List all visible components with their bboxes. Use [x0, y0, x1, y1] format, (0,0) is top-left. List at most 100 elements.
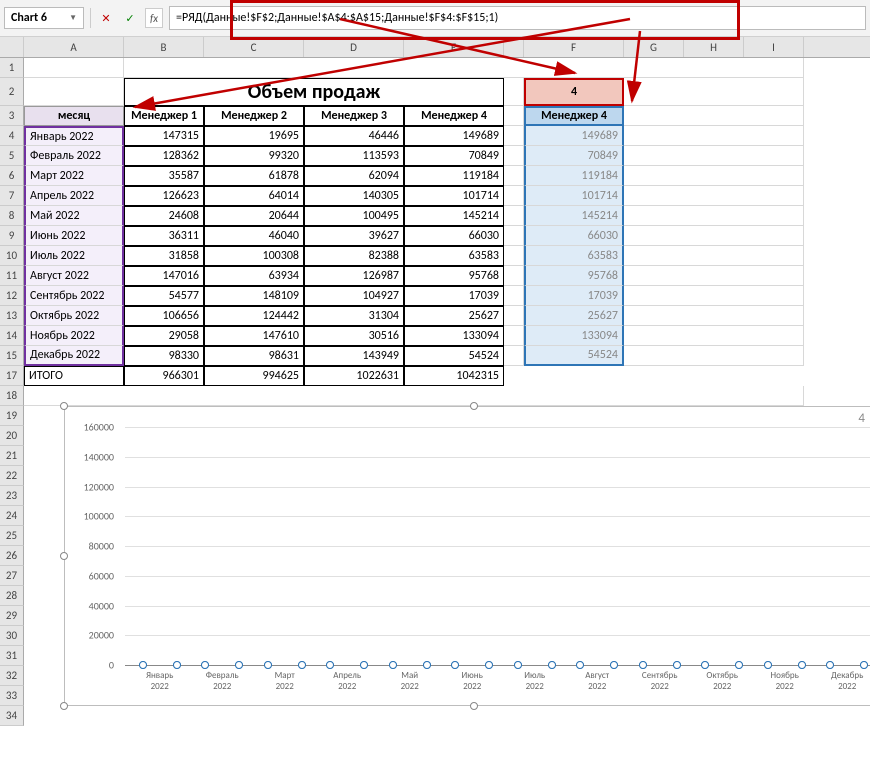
- cell[interactable]: [124, 58, 804, 78]
- month-cell[interactable]: Декабрь 2022: [24, 346, 124, 366]
- cell[interactable]: [24, 78, 124, 106]
- data-cell[interactable]: 39627: [304, 226, 404, 246]
- chevron-down-icon[interactable]: ▼: [69, 13, 77, 23]
- chart-x-axis[interactable]: Январь2022Февраль2022Март2022Апрель2022М…: [125, 667, 870, 705]
- cell[interactable]: [504, 126, 524, 146]
- row-header[interactable]: 25: [0, 526, 24, 546]
- col-header[interactable]: I: [744, 37, 804, 57]
- col-header[interactable]: B: [124, 37, 204, 57]
- data-cell[interactable]: 46040: [204, 226, 304, 246]
- month-cell[interactable]: Май 2022: [24, 206, 124, 226]
- cell[interactable]: [624, 78, 804, 106]
- row-header[interactable]: 11: [0, 266, 24, 286]
- col-header[interactable]: F: [524, 37, 624, 57]
- dynamic-data-cell[interactable]: 145214: [524, 206, 624, 226]
- row-header[interactable]: 12: [0, 286, 24, 306]
- month-column-header[interactable]: месяц: [24, 106, 124, 126]
- row-header[interactable]: 32: [0, 666, 24, 686]
- table-title[interactable]: Объем продаж: [124, 78, 504, 106]
- cell[interactable]: [624, 226, 804, 246]
- data-cell[interactable]: 63934: [204, 266, 304, 286]
- data-cell[interactable]: 113593: [304, 146, 404, 166]
- month-cell[interactable]: Март 2022: [24, 166, 124, 186]
- manager2-header[interactable]: Менеджер 2: [204, 106, 304, 126]
- cell[interactable]: [504, 166, 524, 186]
- data-cell[interactable]: 147610: [204, 326, 304, 346]
- month-cell[interactable]: Октябрь 2022: [24, 306, 124, 326]
- cell[interactable]: [504, 206, 524, 226]
- data-cell[interactable]: 95768: [404, 266, 504, 286]
- row-header[interactable]: 24: [0, 506, 24, 526]
- data-cell[interactable]: 148109: [204, 286, 304, 306]
- cell[interactable]: [24, 58, 124, 78]
- total-m4[interactable]: 1042315: [404, 366, 504, 386]
- col-header[interactable]: A: [24, 37, 124, 57]
- row-header[interactable]: 31: [0, 646, 24, 666]
- data-cell[interactable]: 126987: [304, 266, 404, 286]
- manager4-header[interactable]: Менеджер 4: [404, 106, 504, 126]
- row-header[interactable]: 18: [0, 386, 24, 406]
- data-cell[interactable]: 98631: [204, 346, 304, 366]
- data-cell[interactable]: 61878: [204, 166, 304, 186]
- insert-function-button[interactable]: fx: [145, 8, 163, 28]
- col-header[interactable]: [504, 37, 524, 57]
- cell[interactable]: [504, 246, 524, 266]
- col-header[interactable]: G: [624, 37, 684, 57]
- dynamic-data-cell[interactable]: 95768: [524, 266, 624, 286]
- dynamic-data-cell[interactable]: 133094: [524, 326, 624, 346]
- row-header[interactable]: 8: [0, 206, 24, 226]
- data-cell[interactable]: 54577: [124, 286, 204, 306]
- cell[interactable]: [504, 366, 804, 386]
- row-header[interactable]: 5: [0, 146, 24, 166]
- row-header[interactable]: 27: [0, 566, 24, 586]
- data-cell[interactable]: 124442: [204, 306, 304, 326]
- data-cell[interactable]: 19695: [204, 126, 304, 146]
- data-cell[interactable]: 20644: [204, 206, 304, 226]
- row-header[interactable]: 3: [0, 106, 24, 126]
- total-m1[interactable]: 966301: [124, 366, 204, 386]
- resize-handle[interactable]: [60, 402, 68, 410]
- row-header[interactable]: 10: [0, 246, 24, 266]
- data-cell[interactable]: 70849: [404, 146, 504, 166]
- cancel-formula-button[interactable]: ✕: [97, 8, 115, 28]
- cell[interactable]: [24, 386, 804, 406]
- cell[interactable]: [504, 346, 524, 366]
- chart-title[interactable]: 4: [858, 411, 865, 426]
- data-cell[interactable]: 35587: [124, 166, 204, 186]
- manager1-header[interactable]: Менеджер 1: [124, 106, 204, 126]
- cell[interactable]: [624, 126, 804, 146]
- dynamic-data-cell[interactable]: 25627: [524, 306, 624, 326]
- row-header[interactable]: 30: [0, 626, 24, 646]
- row-header[interactable]: 9: [0, 226, 24, 246]
- name-box[interactable]: Chart 6 ▼: [4, 7, 84, 29]
- manager3-header[interactable]: Менеджер 3: [304, 106, 404, 126]
- data-cell[interactable]: 149689: [404, 126, 504, 146]
- row-header[interactable]: 1: [0, 58, 24, 78]
- data-cell[interactable]: 62094: [304, 166, 404, 186]
- dynamic-header[interactable]: Менеджер 4: [524, 106, 624, 126]
- cell[interactable]: [624, 346, 804, 366]
- cell[interactable]: [24, 706, 804, 726]
- data-cell[interactable]: 63583: [404, 246, 504, 266]
- data-cell[interactable]: 106656: [124, 306, 204, 326]
- dynamic-data-cell[interactable]: 149689: [524, 126, 624, 146]
- total-m3[interactable]: 1022631: [304, 366, 404, 386]
- data-cell[interactable]: 64014: [204, 186, 304, 206]
- cell[interactable]: [504, 106, 524, 126]
- month-cell[interactable]: Июнь 2022: [24, 226, 124, 246]
- data-cell[interactable]: 100308: [204, 246, 304, 266]
- worksheet[interactable]: A B C D E F G H I 1 2 Объем продаж 4 3 м…: [0, 37, 870, 726]
- col-header[interactable]: E: [404, 37, 504, 57]
- row-header[interactable]: 23: [0, 486, 24, 506]
- row-header[interactable]: 34: [0, 706, 24, 726]
- month-cell[interactable]: Август 2022: [24, 266, 124, 286]
- data-cell[interactable]: 30516: [304, 326, 404, 346]
- row-header[interactable]: 26: [0, 546, 24, 566]
- cell[interactable]: [624, 106, 804, 126]
- dynamic-data-cell[interactable]: 63583: [524, 246, 624, 266]
- row-header[interactable]: 29: [0, 606, 24, 626]
- row-header[interactable]: 4: [0, 126, 24, 146]
- chart-y-axis[interactable]: 0200004000060000800001000001200001400001…: [65, 427, 120, 665]
- data-cell[interactable]: 140305: [304, 186, 404, 206]
- data-cell[interactable]: 66030: [404, 226, 504, 246]
